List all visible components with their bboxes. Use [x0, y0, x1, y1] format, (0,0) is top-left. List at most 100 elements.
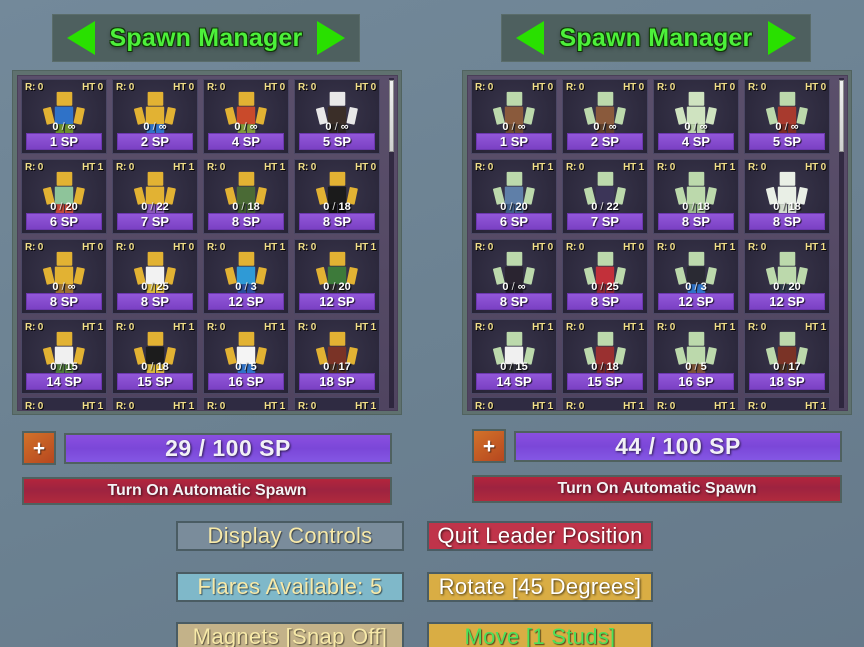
- spawn-grid-scroll-left[interactable]: R: 0 HT 00 / ∞ 1 SP R: 0 HT 00 / ∞ 2 SP R: 0 HT…: [17, 75, 398, 411]
- spawn-cell-count-max: 22: [156, 201, 169, 213]
- spawn-cell-sp-cost: 7 SP: [117, 213, 193, 230]
- grid-scrollbar-left[interactable]: [389, 78, 394, 408]
- toggle-automatic-spawn-button[interactable]: Turn On Automatic Spawn: [472, 475, 842, 503]
- spawn-cell[interactable]: R: 0 HT 1 0 / 22 7 SP: [112, 159, 198, 234]
- spawn-cell[interactable]: R: 0 HT 0 0 / 25 8 SP: [562, 239, 648, 314]
- spawn-cell[interactable]: R: 0 HT 1 0 / 20 12 SP: [294, 239, 380, 314]
- spawn-cell-sp-cost: 15 SP: [567, 373, 643, 390]
- spawn-cell[interactable]: R: 0 HT 0 0 / ∞ 8 SP: [21, 239, 107, 314]
- spawn-cell-count-max: 18: [606, 361, 619, 373]
- spawn-cell[interactable]: R: 0 HT 0 0 / 18 8 SP: [294, 159, 380, 234]
- spawn-cell-count-separator: /: [238, 201, 248, 213]
- spawn-cell-hattype-label: HT 0: [82, 82, 103, 93]
- spawn-cell-hattype-label: HT 1: [264, 401, 285, 410]
- spawn-grid-partial-row-right: R: 0 HT 1 R: 0 HT 1 R: 0 HT 1 R: 0 HT 1: [471, 397, 838, 410]
- grid-scrollbar-right[interactable]: [839, 78, 844, 408]
- add-spawn-button[interactable]: +: [472, 429, 506, 463]
- spawn-cell[interactable]: R: 0 HT 0 0 / ∞ 5 SP: [294, 79, 380, 154]
- arrow-left-icon[interactable]: [516, 21, 544, 55]
- grid-scrollbar-thumb-right[interactable]: [839, 80, 844, 152]
- spawn-cell[interactable]: R: 0 HT 1 0 / 18 8 SP: [653, 159, 739, 234]
- spawn-cell-rank-label: R: 0: [475, 401, 494, 410]
- arrow-right-icon[interactable]: [768, 21, 796, 55]
- spawn-cell[interactable]: R: 0 HT 0 0 / ∞ 1 SP: [471, 79, 557, 154]
- spawn-cell-partial[interactable]: R: 0 HT 1: [744, 397, 830, 410]
- spawn-cell-rank-label: R: 0: [25, 401, 44, 410]
- spawn-cell[interactable]: R: 0 HT 1 0 / 15 14 SP: [471, 319, 557, 394]
- quit-leader-position-button[interactable]: Quit Leader Position: [427, 521, 653, 551]
- spawn-cell[interactable]: R: 0 HT 0 0 / 18 8 SP: [744, 159, 830, 234]
- arrow-left-icon[interactable]: [67, 21, 95, 55]
- spawn-cell[interactable]: R: 0 HT 1 0 / 20 12 SP: [744, 239, 830, 314]
- grid-scrollbar-thumb-left[interactable]: [389, 80, 394, 152]
- spawn-cell[interactable]: R: 0 HT 0 0 / ∞ 2 SP: [562, 79, 648, 154]
- spawn-cell-sp-cost: 12 SP: [658, 293, 734, 310]
- spawn-cell-sp-cost: 14 SP: [26, 373, 102, 390]
- toggle-automatic-spawn-button[interactable]: Turn On Automatic Spawn: [22, 477, 392, 505]
- spawn-cell[interactable]: R: 0 HT 1 0 / 17 18 SP: [294, 319, 380, 394]
- spawn-cell-sp-cost: 2 SP: [117, 133, 193, 150]
- magnets-snap-button[interactable]: Magnets [Snap Off]: [176, 622, 404, 647]
- spawn-cell[interactable]: R: 0 HT 1 0 / 18 15 SP: [112, 319, 198, 394]
- spawn-cell-count: 0 / 17: [295, 361, 379, 373]
- spawn-cell[interactable]: R: 0 HT 1 0 / 15 14 SP: [21, 319, 107, 394]
- spawn-cell[interactable]: R: 0 HT 1 0 / 5 16 SP: [653, 319, 739, 394]
- move-studs-button[interactable]: Move [1 Studs]: [427, 622, 653, 647]
- spawn-cell[interactable]: R: 0 HT 1 0 / 22 7 SP: [562, 159, 648, 234]
- spawn-cell-rank-label: R: 0: [207, 162, 226, 173]
- spawn-cell[interactable]: R: 0 HT 0 0 / ∞ 4 SP: [203, 79, 289, 154]
- spawn-cell[interactable]: R: 0 HT 0 0 / 25 8 SP: [112, 239, 198, 314]
- spawn-cell[interactable]: R: 0 HT 0 0 / ∞ 5 SP: [744, 79, 830, 154]
- spawn-cell[interactable]: R: 0 HT 1 0 / 17 18 SP: [744, 319, 830, 394]
- spawn-cell-count-separator: /: [241, 361, 251, 373]
- spawn-cell-rank-label: R: 0: [748, 242, 767, 253]
- spawn-cell-partial[interactable]: R: 0 HT 1: [294, 397, 380, 410]
- spawn-cell-count: 0 / 3: [204, 281, 288, 293]
- spawn-cell-rank-label: R: 0: [116, 242, 135, 253]
- spawn-cell-rank-label: R: 0: [116, 401, 135, 410]
- rotate-degrees-button[interactable]: Rotate [45 Degrees]: [427, 572, 653, 602]
- spawn-cell-partial[interactable]: R: 0 HT 1: [203, 397, 289, 410]
- spawn-cell-partial[interactable]: R: 0 HT 1: [21, 397, 107, 410]
- spawn-cell-sp-cost: 8 SP: [117, 293, 193, 310]
- spawn-cell-count-max: 20: [788, 281, 801, 293]
- spawn-cell[interactable]: R: 0 HT 1 0 / 5 16 SP: [203, 319, 289, 394]
- spawn-cell[interactable]: R: 0 HT 1 0 / 18 8 SP: [203, 159, 289, 234]
- spawn-cell-sp-cost: 18 SP: [299, 373, 375, 390]
- spawn-cell-rank-label: R: 0: [298, 322, 317, 333]
- spawn-cell[interactable]: R: 0 HT 0 0 / ∞ 8 SP: [471, 239, 557, 314]
- spawn-cell-hattype-label: HT 1: [805, 401, 826, 410]
- spawn-cell-count-separator: /: [691, 281, 701, 293]
- spawn-cell-rank-label: R: 0: [475, 82, 494, 93]
- add-spawn-button[interactable]: +: [22, 431, 56, 465]
- spawn-cell[interactable]: R: 0 HT 1 0 / 20 6 SP: [21, 159, 107, 234]
- spawn-cell-count: 0 / 5: [204, 361, 288, 373]
- spawn-cell-sp-cost: 7 SP: [567, 213, 643, 230]
- spawn-cell-sp-cost: 12 SP: [208, 293, 284, 310]
- spawn-cell-hattype-label: HT 1: [714, 162, 735, 173]
- spawn-cell-count-separator: /: [147, 361, 157, 373]
- spawn-cell-count: 0 / 18: [563, 361, 647, 373]
- spawn-cell-count: 0 / 18: [113, 361, 197, 373]
- spawn-cell-sp-cost: 1 SP: [476, 133, 552, 150]
- spawn-cell-partial[interactable]: R: 0 HT 1: [471, 397, 557, 410]
- spawn-grid-scroll-right[interactable]: R: 0 HT 00 / ∞ 1 SP R: 0 HT 00 / ∞ 2 SP R: 0 HT…: [467, 75, 848, 411]
- spawn-cell-partial[interactable]: R: 0 HT 1: [112, 397, 198, 410]
- spawn-cell[interactable]: R: 0 HT 0 0 / ∞ 1 SP: [21, 79, 107, 154]
- spawn-cell-count: 0 / ∞: [22, 121, 106, 133]
- spawn-cell[interactable]: R: 0 HT 1 0 / 3 12 SP: [203, 239, 289, 314]
- spawn-cell-partial[interactable]: R: 0 HT 1: [562, 397, 648, 410]
- display-controls-button[interactable]: Display Controls: [176, 521, 404, 551]
- flares-available-button[interactable]: Flares Available: 5: [176, 572, 404, 602]
- spawn-cell-count-separator: /: [779, 281, 789, 293]
- spawn-cell-partial[interactable]: R: 0 HT 1: [653, 397, 739, 410]
- panel-titlebar-right: Spawn Manager: [501, 14, 811, 62]
- spawn-cell[interactable]: R: 0 HT 1 0 / 20 6 SP: [471, 159, 557, 234]
- sp-total-bar: 44 / 100 SP: [514, 430, 842, 462]
- spawn-cell[interactable]: R: 0 HT 1 0 / 18 15 SP: [562, 319, 648, 394]
- arrow-right-icon[interactable]: [317, 21, 345, 55]
- spawn-cell[interactable]: R: 0 HT 1 0 / 3 12 SP: [653, 239, 739, 314]
- spawn-cell-hattype-label: HT 1: [623, 401, 644, 410]
- spawn-cell[interactable]: R: 0 HT 0 0 / ∞ 2 SP: [112, 79, 198, 154]
- spawn-cell[interactable]: R: 0 HT 0 0 / ∞ 4 SP: [653, 79, 739, 154]
